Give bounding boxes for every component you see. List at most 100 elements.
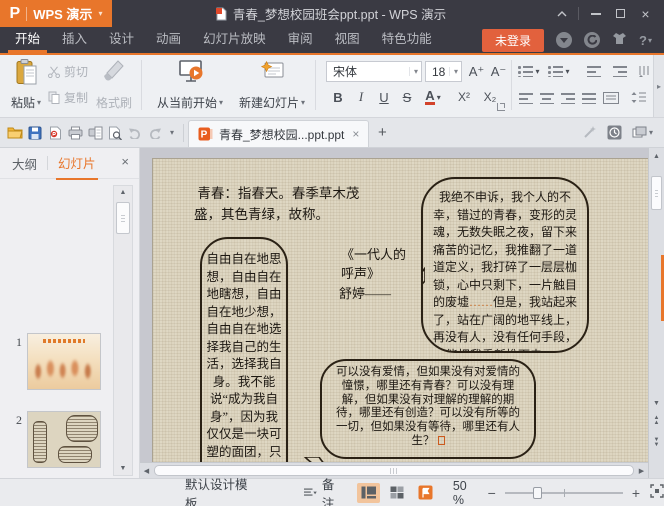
bold-button[interactable]: B <box>328 87 348 107</box>
export-pdf-button[interactable] <box>45 121 65 145</box>
wps-cloud-icon[interactable] <box>584 32 600 48</box>
collapse-ribbon-button[interactable] <box>549 0 574 27</box>
slide[interactable]: 青春：指春天。春季草木茂盛，其色青绿，故称。 自由自在地思想，自由自在地瞎想，自… <box>152 158 648 462</box>
paste-button[interactable]: 粘贴▾ <box>6 57 46 114</box>
task-panel-collapsed-strip[interactable]: ▸ <box>653 55 664 117</box>
quote-author-textbox[interactable]: 舒婷—— <box>339 283 391 302</box>
slide-1-thumbnail[interactable] <box>27 333 101 390</box>
slideshow-button[interactable] <box>414 483 437 503</box>
superscript-button[interactable]: X² <box>452 87 476 107</box>
save-button[interactable] <box>25 121 45 145</box>
tab-home[interactable]: 开始 <box>4 27 51 53</box>
panel-scrollbar[interactable]: ▲ ▼ <box>113 185 133 476</box>
login-button[interactable]: 未登录 <box>482 29 544 52</box>
next-slide-button[interactable]: ▼ ▼ <box>649 438 664 448</box>
magic-wand-icon[interactable] <box>582 125 597 140</box>
zoom-slider-handle[interactable] <box>533 487 542 499</box>
font-dialog-launcher[interactable] <box>497 103 505 111</box>
slides-tab[interactable]: 幻灯片 <box>56 147 98 180</box>
shrink-font-button[interactable]: A⁻ <box>488 61 509 82</box>
zoom-out-button[interactable]: − <box>488 485 496 501</box>
customize-toolbar-button[interactable]: ▾ <box>165 121 179 145</box>
scroll-down-button[interactable]: ▼ <box>649 396 664 410</box>
underline-button[interactable]: U <box>374 87 394 107</box>
grow-font-button[interactable]: A⁺ <box>466 61 487 82</box>
print-preview-button[interactable] <box>85 121 105 145</box>
zoom-in-button[interactable]: + <box>632 485 640 501</box>
scroll-up-button[interactable]: ▲ <box>649 149 664 163</box>
left-speech-bubble[interactable]: 自由自在地思想，自由自在地瞎想，自由自在地少想，自由自在地选择我自己的生活，选择… <box>200 237 288 462</box>
close-window-button[interactable]: × <box>633 0 658 27</box>
notes-button[interactable]: 备注 <box>304 474 343 506</box>
right-speech-bubble[interactable]: 我绝不申诉，我个人的不幸，错过的青春，变形的灵魂，无数失眠之夜，留下来痛苦的记忆… <box>421 177 589 353</box>
vertical-scrollbar-thumb[interactable] <box>651 176 662 210</box>
font-size-select[interactable]: 18 ▾ <box>425 61 462 82</box>
print-button[interactable] <box>65 121 85 145</box>
decrease-indent-button[interactable] <box>584 62 604 80</box>
distribute-text-button[interactable] <box>600 89 622 107</box>
help-button[interactable]: ? ▾ <box>639 33 652 48</box>
tab-review[interactable]: 审阅 <box>277 27 324 53</box>
switch-window-button[interactable]: ▾ <box>632 126 653 139</box>
skin-tshirt-icon[interactable] <box>612 32 627 48</box>
history-clock-icon[interactable] <box>607 125 622 140</box>
outline-tab[interactable]: 大纲 <box>10 148 39 179</box>
zoom-slider[interactable] <box>505 492 623 494</box>
increase-indent-button[interactable] <box>610 62 630 80</box>
document-tab-title: 青春_梦想校园...ppt.ppt <box>219 126 344 143</box>
tab-design[interactable]: 设计 <box>98 27 145 53</box>
align-right-button[interactable] <box>558 89 577 107</box>
scroll-left-button[interactable]: ◀ <box>140 467 153 475</box>
close-panel-button[interactable]: × <box>121 154 129 169</box>
strikethrough-button[interactable]: S <box>397 87 417 107</box>
open-file-button[interactable] <box>5 121 25 145</box>
wps-app-menu-button[interactable]: P WPS 演示 ▾ <box>0 0 112 27</box>
maximize-button[interactable] <box>608 0 633 27</box>
panel-scrollbar-thumb[interactable] <box>116 202 130 234</box>
undo-button[interactable] <box>125 121 145 145</box>
tab-animation[interactable]: 动画 <box>145 27 192 53</box>
new-tab-button[interactable]: + <box>369 120 395 146</box>
redo-button[interactable] <box>145 121 165 145</box>
bullet-list-button[interactable]: ▾ <box>517 62 541 80</box>
line-spacing-button[interactable] <box>628 89 650 107</box>
scroll-down-button[interactable]: ▼ <box>114 462 132 475</box>
text-direction-button[interactable] <box>636 62 654 80</box>
align-center-button[interactable] <box>537 89 556 107</box>
bottom-speech-bubble[interactable]: 可以没有爱情，但如果没有对爱情的憧憬，哪里还有青春？可以没有理解，但如果没有对理… <box>320 359 536 459</box>
tab-insert[interactable]: 插入 <box>51 27 98 53</box>
slide-sorter-view-button[interactable] <box>386 483 409 503</box>
scroll-right-button[interactable]: ▶ <box>635 467 648 475</box>
tab-view[interactable]: 视图 <box>324 27 371 53</box>
document-tab[interactable]: P 青春_梦想校园...ppt.ppt × <box>188 120 369 147</box>
design-template-button[interactable]: 默认设计模板 <box>185 474 250 506</box>
align-left-button[interactable] <box>516 89 535 107</box>
font-color-button[interactable]: A ▾ <box>420 87 446 107</box>
numbered-list-button[interactable]: ▾ <box>547 62 571 80</box>
format-painter-button[interactable]: 格式刷 <box>92 57 136 114</box>
cut-button[interactable]: 剪切 <box>48 63 88 80</box>
slide-2-thumbnail[interactable] <box>27 411 101 468</box>
slide-editor-canvas: 青春：指春天。春季草木茂盛，其色青绿，故称。 自由自在地思想，自由自在地瞎想，自… <box>140 148 648 478</box>
panel-tabs: 大纲 幻灯片 × <box>0 148 139 179</box>
fit-slide-button[interactable] <box>650 484 664 501</box>
normal-view-button[interactable] <box>357 483 380 503</box>
file-preview-button[interactable] <box>105 121 125 145</box>
minimize-button[interactable] <box>583 0 608 27</box>
tab-special-features[interactable]: 特色功能 <box>371 27 443 53</box>
switch-window-icon <box>632 126 647 139</box>
new-slide-label: 新建幻灯片 <box>239 94 299 111</box>
previous-slide-button[interactable]: ▲ ▲ <box>649 416 664 426</box>
close-tab-button[interactable]: × <box>352 127 359 141</box>
font-name-select[interactable]: 宋体 ▾ <box>326 61 422 82</box>
definition-textbox[interactable]: 青春：指春天。春季草木茂盛，其色青绿，故称。 <box>194 183 380 225</box>
scroll-up-button[interactable]: ▲ <box>114 186 132 199</box>
play-from-current-button[interactable]: 从当前开始▾ <box>150 57 230 114</box>
copy-button[interactable]: 复制 <box>48 89 88 106</box>
italic-button[interactable]: I <box>351 87 371 107</box>
tab-slideshow[interactable]: 幻灯片放映 <box>192 27 277 53</box>
quote-title-textbox[interactable]: 《一代人的呼声》 <box>341 245 407 283</box>
justify-button[interactable] <box>579 89 598 107</box>
new-slide-button[interactable]: 新建幻灯片▾ <box>234 57 310 114</box>
play-circle-icon[interactable] <box>556 32 572 48</box>
